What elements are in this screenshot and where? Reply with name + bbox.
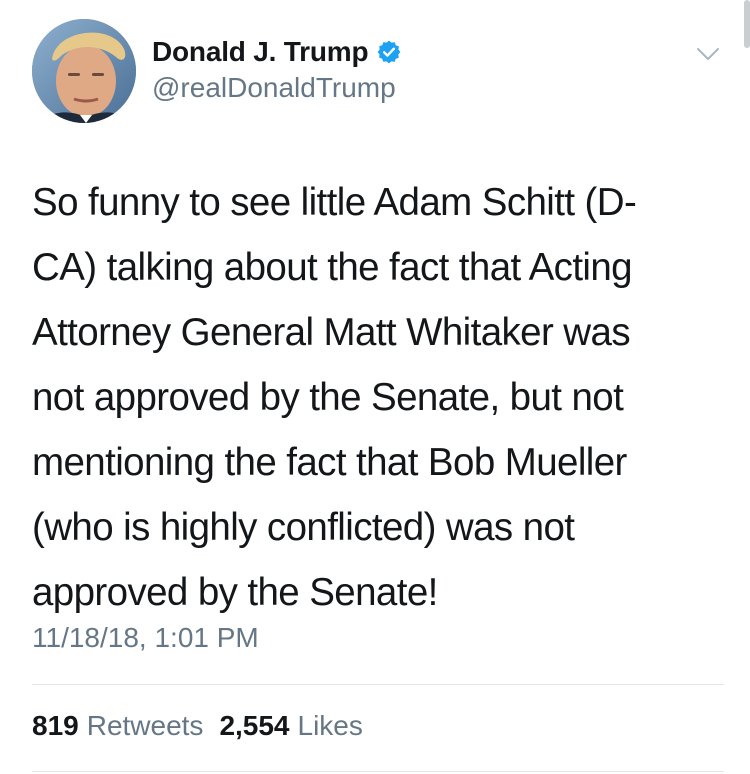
retweets-count: 819 xyxy=(32,710,79,741)
likes-label: Likes xyxy=(297,710,363,741)
tweet-text-line: So funny to see little Adam Schitt (D- xyxy=(32,181,637,224)
scrollbar[interactable] xyxy=(744,0,750,48)
tweet-text-line: not approved by the Senate, but not xyxy=(32,376,624,419)
tweet-text-line: CA) talking about the fact that Acting xyxy=(32,246,633,289)
tweet-text-line: Attorney General Matt Whitaker was xyxy=(32,311,631,354)
tweet-timestamp[interactable]: 11/18/18, 1:01 PM xyxy=(32,622,259,654)
tweet-text-line: approved by the Senate! xyxy=(32,571,438,614)
tweet-stats: 819 Retweets 2,554 Likes xyxy=(32,710,363,742)
divider xyxy=(32,771,724,772)
tweet-text-line: (who is highly conflicted) was not xyxy=(32,506,575,549)
divider xyxy=(32,684,724,685)
likes-count: 2,554 xyxy=(219,710,290,741)
tweet-text-line: mentioning the fact that Bob Mueller xyxy=(32,441,627,484)
chevron-down-icon[interactable] xyxy=(694,40,722,68)
retweets-label: Retweets xyxy=(86,710,204,741)
likes-stat[interactable]: 2,554 Likes xyxy=(219,710,362,742)
author-name-row[interactable]: Donald J. Trump xyxy=(152,34,402,70)
retweets-stat[interactable]: 819 Retweets xyxy=(32,710,203,742)
display-name[interactable]: Donald J. Trump xyxy=(152,36,369,68)
user-handle[interactable]: @realDonaldTrump xyxy=(152,72,396,104)
tweet-card: Donald J. Trump @realDonaldTrump So funn… xyxy=(0,0,750,774)
avatar[interactable] xyxy=(32,19,136,123)
tweet-text: So funny to see little Adam Schitt (D- C… xyxy=(32,170,722,625)
verified-badge-icon xyxy=(376,39,402,65)
avatar-image xyxy=(32,19,136,123)
